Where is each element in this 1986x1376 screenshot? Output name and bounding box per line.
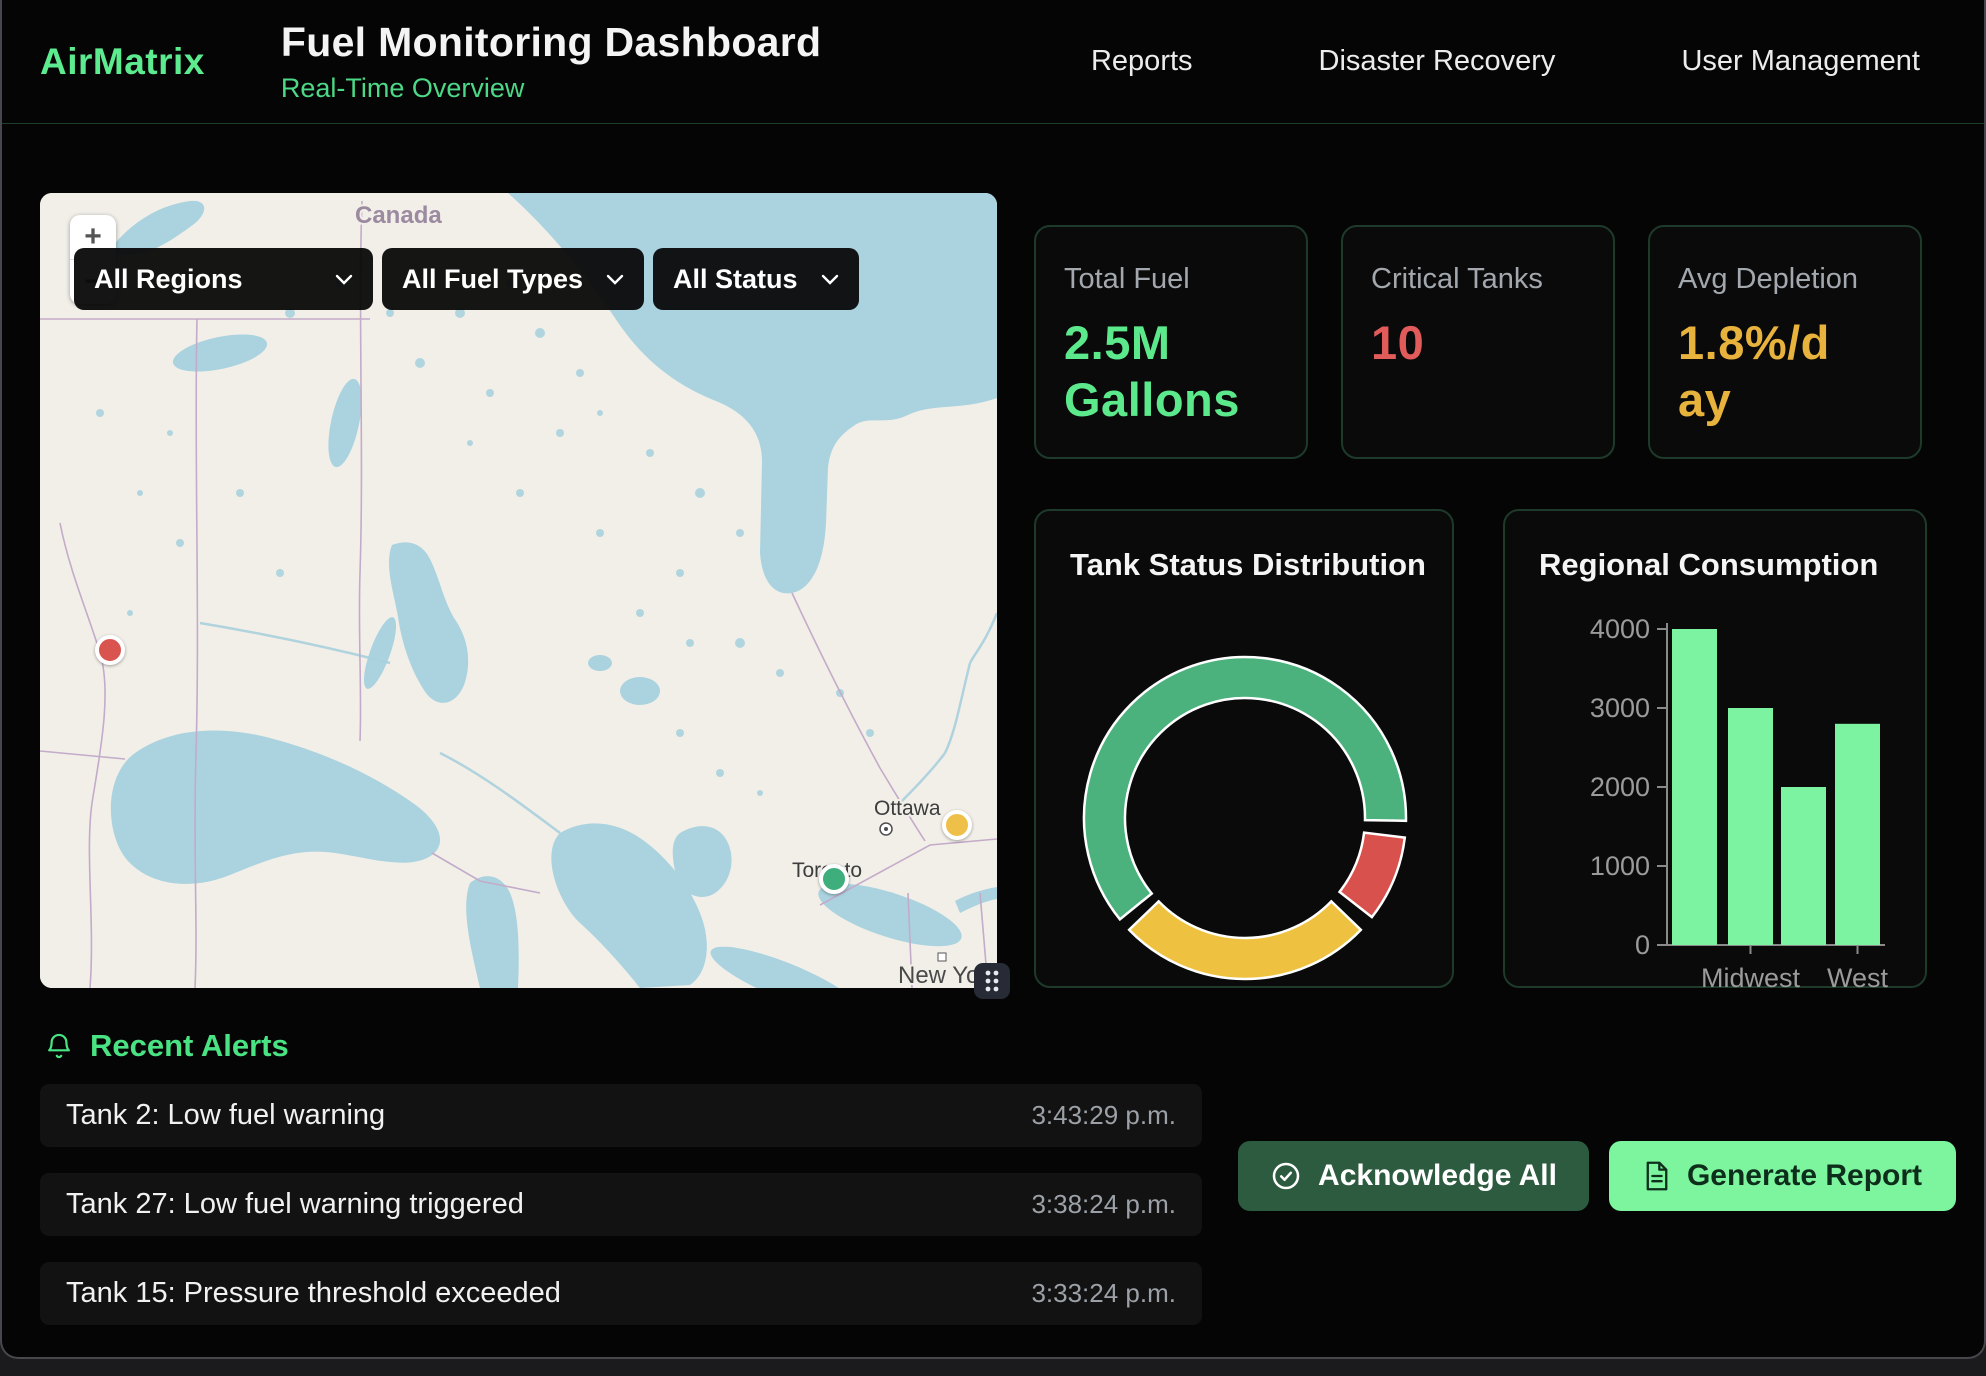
recent-alerts-heading: Recent Alerts [44, 1028, 289, 1064]
svg-text:Midwest: Midwest [1701, 963, 1801, 990]
status-filter-dropdown[interactable]: All Status [653, 248, 859, 310]
svg-text:West: West [1827, 963, 1889, 990]
nav-item-reports[interactable]: Reports [1091, 45, 1193, 78]
acknowledge-all-label: Acknowledge All [1318, 1159, 1557, 1193]
svg-text:4000: 4000 [1590, 614, 1650, 644]
dashboard-window: AirMatrix Fuel Monitoring Dashboard Real… [0, 0, 1986, 1359]
alert-message: Tank 2: Low fuel warning [66, 1099, 385, 1132]
alert-timestamp: 3:38:24 p.m. [1031, 1189, 1176, 1220]
recent-alerts-title: Recent Alerts [90, 1028, 289, 1064]
chevron-down-icon [606, 274, 624, 285]
donut-segment-warning [1129, 901, 1361, 979]
bar [1781, 787, 1826, 945]
svg-text:2000: 2000 [1590, 772, 1650, 802]
region-filter-dropdown[interactable]: All Regions [74, 248, 373, 310]
map-label-canada: Canada [355, 202, 442, 229]
acknowledge-all-button[interactable]: Acknowledge All [1238, 1141, 1589, 1211]
document-icon [1643, 1161, 1671, 1191]
stat-label: Avg Depletion [1678, 263, 1892, 296]
alert-message: Tank 27: Low fuel warning triggered [66, 1188, 524, 1221]
panel-title: Tank Status Distribution [1070, 547, 1426, 583]
app-header: AirMatrix Fuel Monitoring Dashboard Real… [2, 0, 1984, 124]
generate-report-button[interactable]: Generate Report [1609, 1141, 1956, 1211]
tank-status-panel: Tank Status Distribution [1034, 509, 1454, 988]
map-marker-critical[interactable] [95, 635, 125, 665]
new-york-town-icon [938, 953, 946, 961]
regional-consumption-panel: Regional Consumption 0 1000 2000 3000 4000 Mi… [1503, 509, 1927, 988]
map-label-ottawa: Ottawa [874, 797, 941, 820]
page-subtitle: Real-Time Overview [281, 73, 821, 104]
stat-card-avg-depletion: Avg Depletion 1.8%/day [1648, 225, 1922, 459]
bar [1672, 629, 1717, 945]
stat-label: Critical Tanks [1371, 263, 1585, 296]
map-basemap: Canada Ottawa Toronto New York [40, 193, 997, 988]
stat-value: 2.5M Gallons [1064, 314, 1278, 429]
fuel-type-filter-value: All Fuel Types [402, 264, 583, 295]
bell-icon [44, 1030, 74, 1062]
title-block: Fuel Monitoring Dashboard Real-Time Over… [281, 19, 821, 104]
map-filters: All Regions All Fuel Types All Status [74, 248, 859, 310]
ottawa-town-icon [880, 823, 892, 835]
page-title: Fuel Monitoring Dashboard [281, 19, 821, 66]
map-panel: Canada Ottawa Toronto New York + − All R… [40, 193, 997, 988]
main-nav: Reports Disaster Recovery User Managemen… [1091, 45, 1920, 78]
status-filter-value: All Status [673, 264, 798, 295]
alert-timestamp: 3:33:24 p.m. [1031, 1278, 1176, 1309]
map-marker-warning[interactable] [942, 810, 972, 840]
panel-title: Regional Consumption [1539, 547, 1878, 583]
brand-logo: AirMatrix [40, 41, 205, 83]
svg-text:3000: 3000 [1590, 693, 1650, 723]
map-drag-handle-icon[interactable] [974, 963, 1010, 999]
fuel-type-filter-dropdown[interactable]: All Fuel Types [382, 248, 644, 310]
stat-value: 10 [1371, 314, 1585, 371]
alert-timestamp: 3:43:29 p.m. [1031, 1100, 1176, 1131]
alert-row: Tank 27: Low fuel warning triggered 3:38… [40, 1173, 1202, 1236]
bar [1728, 708, 1773, 945]
alert-row: Tank 15: Pressure threshold exceeded 3:3… [40, 1262, 1202, 1325]
stat-card-critical-tanks: Critical Tanks 10 [1341, 225, 1615, 459]
nav-item-user-management[interactable]: User Management [1681, 45, 1920, 78]
svg-text:0: 0 [1635, 930, 1650, 960]
region-filter-value: All Regions [94, 264, 243, 295]
nav-item-disaster-recovery[interactable]: Disaster Recovery [1319, 45, 1556, 78]
bar [1835, 724, 1880, 945]
check-circle-icon [1270, 1160, 1302, 1192]
donut-segment-critical [1340, 833, 1405, 917]
chevron-down-icon [821, 274, 839, 285]
chevron-down-icon [335, 274, 353, 285]
map-marker-normal[interactable] [819, 864, 849, 894]
alert-row: Tank 2: Low fuel warning 3:43:29 p.m. [40, 1084, 1202, 1147]
map-canvas[interactable]: Canada Ottawa Toronto New York [40, 193, 997, 988]
alert-message: Tank 15: Pressure threshold exceeded [66, 1277, 561, 1310]
svg-text:1000: 1000 [1590, 851, 1650, 881]
generate-report-label: Generate Report [1687, 1159, 1922, 1193]
stat-label: Total Fuel [1064, 263, 1278, 296]
stat-value: 1.8%/day [1678, 314, 1830, 429]
stat-card-total-fuel: Total Fuel 2.5M Gallons [1034, 225, 1308, 459]
